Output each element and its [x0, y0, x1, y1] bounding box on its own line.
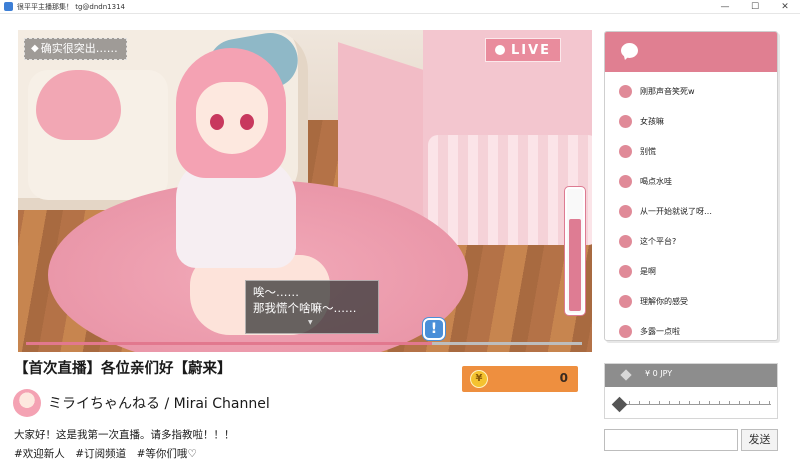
coin-balance: ¥ 0	[462, 366, 578, 392]
user-avatar-dot	[619, 144, 632, 158]
tip-header: ¥ 0 JPY	[605, 364, 777, 387]
chat-message: 喝点水哇	[619, 173, 672, 189]
user-avatar-dot	[619, 204, 632, 218]
reaction-badge: ◆ 确实很突出……	[24, 38, 127, 60]
chat-bubble-tail	[621, 52, 630, 62]
chat-panel: 刚那声音笑死w 女孩嘛 别慌 喝点水哇 从一开始就说了呀… 这个平台? 是啊 理…	[604, 31, 778, 341]
character-eye-right	[240, 114, 254, 130]
diamond-icon: ◆	[31, 43, 39, 54]
slider-tick	[749, 401, 750, 405]
stream-view[interactable]: ◆ 确实很突出…… LIVE 唉～…… 那我慌个啥嘛～…… ▼ !	[18, 30, 592, 352]
slider-tick	[649, 401, 650, 405]
stream-title: 【首次直播】各位亲们好【蔚来】	[14, 361, 232, 377]
app-icon	[4, 2, 13, 11]
slider-tick	[689, 401, 690, 405]
user-avatar-dot	[619, 294, 632, 308]
slider-tick	[729, 401, 730, 405]
send-button[interactable]: 发送	[741, 429, 778, 451]
chat-message: 理解你的感受	[619, 293, 688, 309]
chat-message-text: 从一开始就说了呀…	[640, 206, 712, 216]
channel-avatar[interactable]	[13, 389, 41, 417]
live-dot-icon	[494, 45, 505, 55]
live-label: LIVE	[510, 42, 552, 58]
window-controls: — ☐ ✕	[710, 0, 800, 14]
chat-message: 从一开始就说了呀…	[619, 203, 712, 219]
slider-tick	[699, 401, 700, 405]
chat-message-text: 是啊	[640, 266, 656, 276]
slider-tick	[659, 401, 660, 405]
live-badge: LIVE	[485, 38, 561, 62]
chat-message: 这个平台?	[619, 233, 676, 249]
chat-message: 别慌	[619, 143, 656, 159]
slider-tick	[669, 401, 670, 405]
slider-tick	[739, 401, 740, 405]
dialogue-box[interactable]: 唉～…… 那我慌个啥嘛～…… ▼	[245, 280, 379, 334]
user-avatar-dot	[619, 324, 632, 338]
user-avatar-dot	[619, 114, 632, 128]
maximize-button[interactable]: ☐	[740, 0, 770, 14]
chat-message: 女孩嘛	[619, 113, 664, 129]
stream-description: 大家好！这是我第一次直播。请多指教啦！！！	[14, 429, 235, 441]
character-eye-left	[210, 114, 224, 130]
minimize-button[interactable]: —	[710, 0, 740, 14]
reaction-badge-text: 确实很突出……	[40, 42, 118, 55]
chat-message: 多露一点啦	[619, 323, 680, 339]
chat-message-text: 女孩嘛	[640, 116, 664, 126]
slider-tick	[639, 401, 640, 405]
slider-tick	[719, 401, 720, 405]
chat-message-text: 多露一点啦	[640, 326, 680, 336]
stream-tags: #欢迎新人 #订阅频道 #等你们哦♡	[14, 448, 197, 460]
exclamation-icon[interactable]: !	[423, 318, 445, 340]
slider-tick	[759, 401, 760, 405]
chat-message-text: 喝点水哇	[640, 176, 672, 186]
dialogue-line-2: 那我慌个啥嘛～……	[253, 301, 357, 315]
stream-progress-bar	[26, 342, 582, 345]
user-avatar-dot	[619, 264, 632, 278]
chat-message: 是啊	[619, 263, 656, 279]
user-avatar-dot	[619, 84, 632, 98]
window-title: 很平平主播那集！ tg@dndn1314	[17, 2, 125, 11]
chat-header	[605, 32, 777, 72]
tip-panel: ¥ 0 JPY	[604, 363, 778, 419]
slider-tick	[629, 401, 630, 405]
advance-caret-icon: ▼	[308, 319, 313, 326]
excitement-meter	[565, 187, 585, 315]
window-titlebar: 很平平主播那集！ tg@dndn1314 — ☐ ✕	[0, 0, 800, 14]
chat-message-text: 别慌	[640, 146, 656, 156]
channel-name[interactable]: ミライちゃんねる / Mirai Channel	[48, 393, 270, 413]
diamond-icon	[620, 369, 632, 381]
slider-tick	[769, 401, 770, 405]
excitement-meter-fill	[569, 218, 581, 311]
slider-tick	[679, 401, 680, 405]
tip-slider-handle[interactable]	[611, 396, 628, 413]
chat-message-text: 刚那声音笑死w	[640, 86, 695, 96]
chat-message-text: 这个平台?	[640, 236, 677, 246]
chat-message-input[interactable]	[604, 429, 738, 451]
yen-coin-icon: ¥	[470, 370, 488, 388]
chat-message: 刚那声音笑死w	[619, 83, 695, 99]
user-avatar-dot	[619, 234, 632, 248]
close-button[interactable]: ✕	[770, 0, 800, 14]
chat-message-text: 理解你的感受	[640, 296, 688, 306]
coin-value: 0	[559, 371, 568, 385]
stream-progress-fill	[26, 342, 432, 345]
character-face	[196, 82, 268, 154]
scene-plush	[36, 70, 121, 140]
dialogue-line-1: 唉～……	[253, 285, 299, 299]
slider-tick	[709, 401, 710, 405]
tip-amount: ¥ 0 JPY	[645, 369, 673, 378]
user-avatar-dot	[619, 174, 632, 188]
